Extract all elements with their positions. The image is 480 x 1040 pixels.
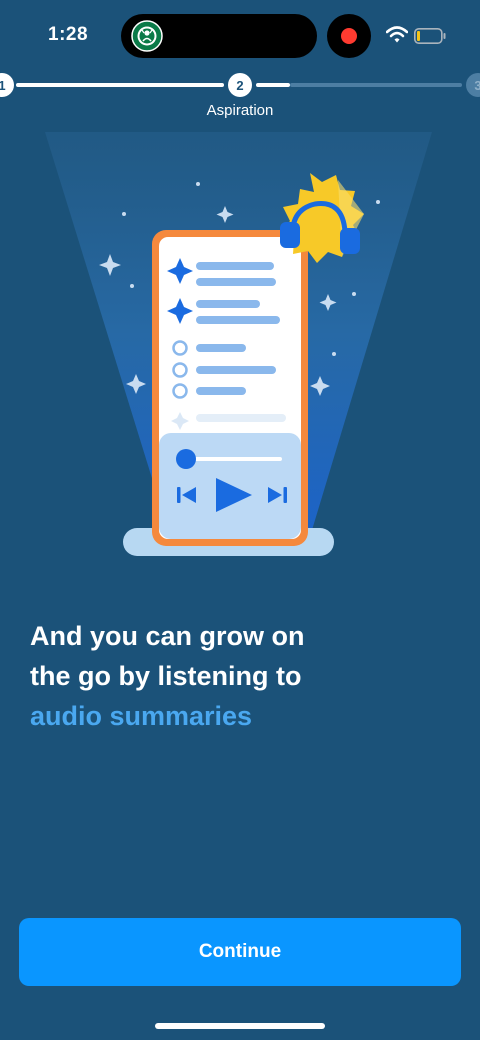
audio-summary-illustration (45, 132, 432, 556)
continue-button[interactable]: Continue (19, 918, 461, 986)
current-step-label: Aspiration (206, 102, 274, 119)
progress-segment-current (256, 83, 290, 87)
player-seek-track (186, 457, 282, 461)
step-3-indicator: 3 (466, 73, 480, 97)
step-1-indicator: 1 (0, 73, 14, 97)
step-3-number: 3 (474, 77, 480, 93)
recording-dot-icon (341, 28, 357, 44)
headline-accent-text: audio summaries (30, 701, 253, 731)
onboarding-headline: And you can grow on the go by listening … (30, 616, 450, 736)
step-2-indicator: 2 (228, 73, 252, 97)
headline-text: And you can grow on the go by listening … (30, 621, 305, 691)
dynamic-island (121, 14, 317, 58)
progress-segment-upcoming (290, 83, 462, 87)
status-time: 1:28 (48, 24, 89, 45)
battery-icon (414, 28, 446, 44)
status-bar: 1:28 (0, 0, 480, 72)
wifi-icon (386, 26, 408, 43)
starbucks-logo-icon (131, 20, 163, 52)
player-seek-knob (176, 449, 196, 469)
progress-segment-done (16, 83, 224, 87)
recording-indicator (327, 14, 371, 58)
step-2-number: 2 (236, 77, 244, 93)
step-1-number: 1 (0, 77, 6, 93)
onboarding-progress: 1 2 3 Aspiration (0, 70, 480, 120)
home-indicator[interactable] (155, 1023, 325, 1029)
